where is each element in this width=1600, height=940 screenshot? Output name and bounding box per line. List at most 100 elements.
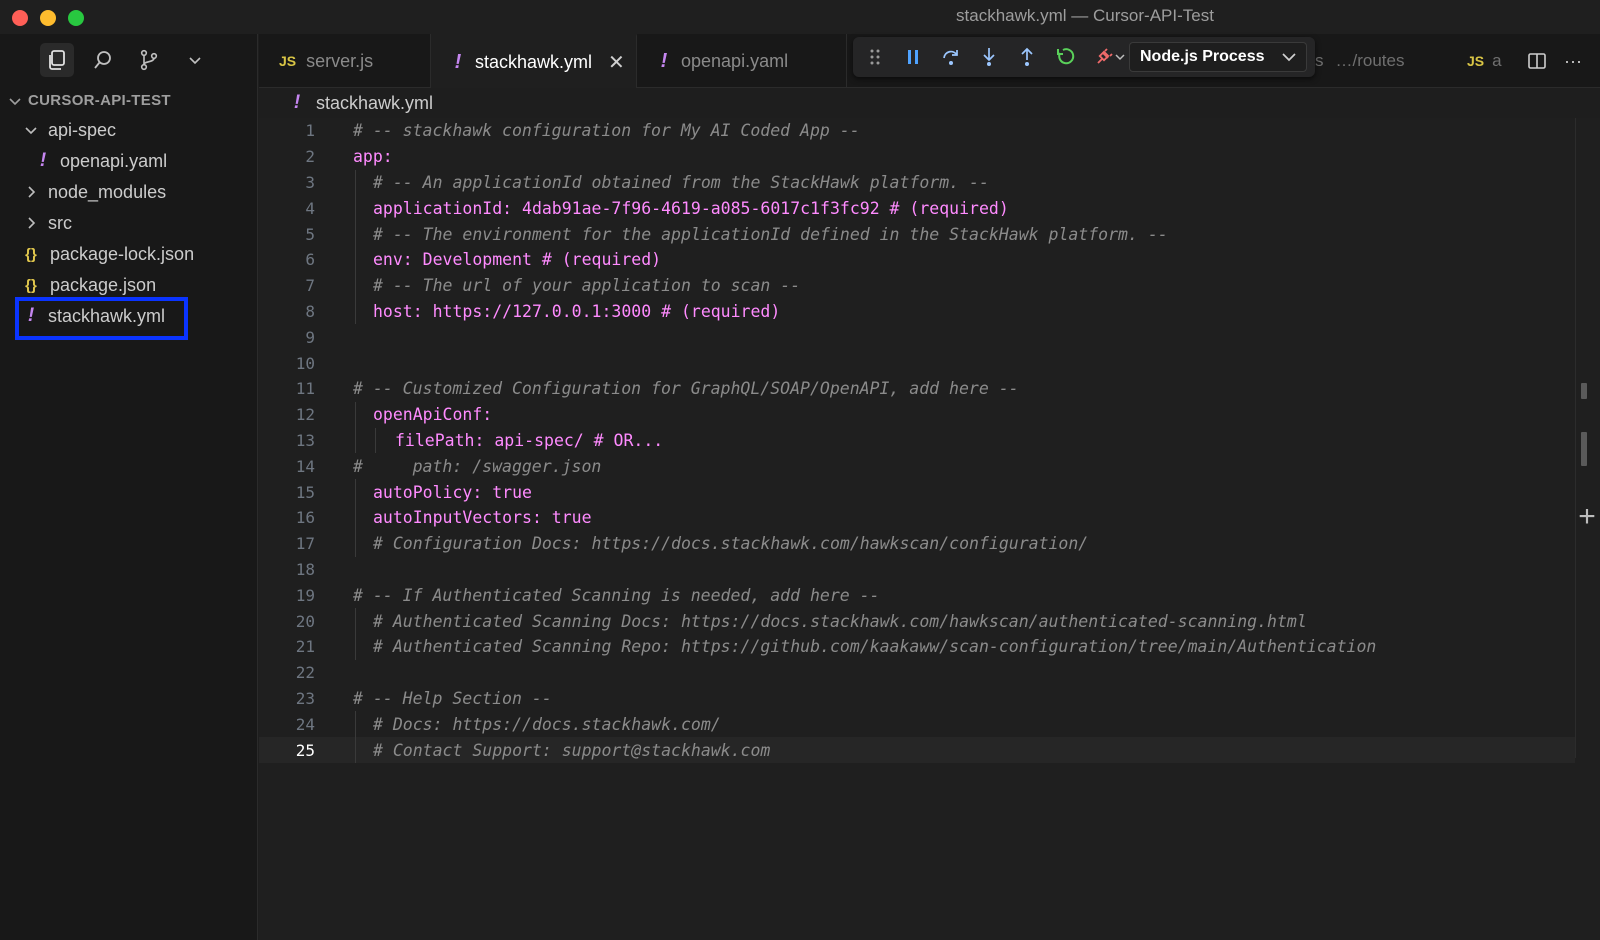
code-text: # -- Help Section --: [353, 688, 552, 708]
more-actions-icon[interactable]: ···: [1562, 50, 1584, 72]
code-line: 10: [259, 350, 1575, 376]
restart-icon[interactable]: [1055, 46, 1075, 68]
code-line: 9: [259, 324, 1575, 350]
indent-guide: [375, 427, 376, 454]
step-over-icon[interactable]: [941, 46, 961, 68]
line-number: 5: [305, 224, 315, 244]
debug-process-select[interactable]: Node.js Process: [1129, 42, 1307, 72]
code-line: 6 env: Development # (required): [259, 247, 1575, 273]
code-text: # Docs: https://docs.stackhawk.com/: [373, 714, 721, 734]
code-line: 7 # -- The url of your application to sc…: [259, 272, 1575, 299]
chevron-down-icon: [1115, 54, 1125, 61]
indent-guide: [355, 401, 356, 428]
code-line: 20 # Authenticated Scanning Docs: https:…: [259, 608, 1575, 634]
tree-item-label: openapi.yaml: [60, 150, 168, 171]
explorer-sidebar: CURSOR-API-TEST api-spec ! openapi.yaml …: [0, 34, 258, 940]
selection-highlight-box: [15, 297, 188, 340]
code-text: filePath: api-spec/ # OR...: [395, 430, 664, 450]
code-editor[interactable]: 1 # -- stackhawk configuration for My AI…: [259, 118, 1575, 940]
code-line: 2 app:: [259, 144, 1575, 170]
code-text: # path: /swagger.json: [353, 456, 602, 476]
window-title: stackhawk.yml — Cursor-API-Test: [956, 6, 1214, 25]
code-line: 4 applicationId: 4dab91ae-7f96-4619-a085…: [259, 195, 1575, 222]
tab-label: openapi.yaml: [681, 50, 789, 71]
tree-file-openapi-yaml[interactable]: ! openapi.yaml: [36, 146, 167, 176]
code-line: 17 # Configuration Docs: https://docs.st…: [259, 530, 1575, 557]
tree-item-label: src: [48, 212, 72, 233]
line-number: 10: [295, 353, 315, 373]
disconnect-icon[interactable]: [1093, 46, 1127, 68]
tree-folder-src[interactable]: src: [24, 208, 72, 238]
indent-guide: [355, 272, 356, 299]
pause-icon[interactable]: [903, 46, 923, 68]
code-line: 8 host: https://127.0.0.1:3000 # (requir…: [259, 298, 1575, 325]
indent-guide: [355, 169, 356, 196]
line-number: 25: [295, 740, 315, 760]
indent-guide: [355, 711, 356, 738]
tree-folder-node-modules[interactable]: node_modules: [24, 177, 166, 207]
code-text: # Authenticated Scanning Docs: https://d…: [373, 611, 1307, 631]
breadcrumb[interactable]: ! stackhawk.yml: [290, 90, 433, 116]
title-bar: stackhawk.yml — Cursor-API-Test: [0, 0, 1600, 34]
tree-file-package-json[interactable]: {} package.json: [22, 270, 156, 300]
drag-handle-icon[interactable]: [865, 46, 885, 68]
chevron-down-icon: [9, 97, 21, 105]
tree-folder-api-spec[interactable]: api-spec: [24, 115, 116, 145]
yaml-icon: !: [454, 50, 462, 73]
tree-item-label: node_modules: [48, 181, 167, 202]
step-into-icon[interactable]: [979, 46, 999, 68]
code-text: # -- The url of your application to scan…: [373, 276, 801, 296]
javascript-file-icon: JS: [1467, 53, 1485, 69]
tab-stackhawk-yml[interactable]: ! stackhawk.yml ✕: [431, 34, 637, 88]
debug-toolbar: Node.js Process: [853, 37, 1315, 77]
code-line: 14 # path: /swagger.json: [259, 453, 1575, 479]
tree-file-package-lock-json[interactable]: {} package-lock.json: [22, 239, 194, 269]
more-views-chevron-down-icon[interactable]: [178, 43, 212, 77]
explorer-icon[interactable]: [40, 43, 74, 77]
json-icon: {}: [25, 245, 37, 263]
indent-guide: [355, 634, 356, 660]
line-number: 6: [305, 250, 315, 270]
code-line: 23 # -- Help Section --: [259, 686, 1575, 712]
code-text: env: Development # (required): [373, 250, 662, 270]
line-number: 24: [295, 714, 315, 734]
line-number: 15: [295, 482, 315, 502]
tab-partial-routes[interactable]: s …/routes: [1315, 34, 1404, 88]
search-icon[interactable]: [86, 43, 120, 77]
code-text: # Configuration Docs: https://docs.stack…: [373, 534, 1089, 554]
code-line: 16 autoInputVectors: true: [259, 505, 1575, 531]
source-control-icon[interactable]: [132, 43, 166, 77]
yaml-icon: !: [39, 150, 47, 171]
line-number: 13: [295, 430, 315, 450]
code-text: autoPolicy: true: [373, 482, 532, 502]
line-number: 4: [305, 198, 315, 218]
code-line: 3 # -- An applicationId obtained from th…: [259, 169, 1575, 196]
tree-item-label: api-spec: [48, 119, 117, 140]
close-tab-icon[interactable]: ✕: [608, 50, 625, 75]
indent-guide: [355, 221, 356, 247]
code-text: # -- If Authenticated Scanning is needed…: [353, 585, 880, 605]
tab-server-js[interactable]: JS server.js: [259, 34, 431, 88]
split-editor-icon[interactable]: [1526, 50, 1548, 72]
code-line: 15 autoPolicy: true: [259, 479, 1575, 505]
tab-label: a: [1492, 51, 1502, 70]
line-number: 14: [295, 456, 315, 476]
code-line: 11 # -- Customized Configuration for Gra…: [259, 376, 1575, 402]
explorer-root-folder[interactable]: CURSOR-API-TEST: [8, 92, 171, 109]
line-number: 22: [295, 663, 315, 683]
yaml-icon: !: [293, 92, 301, 113]
code-line: 5 # -- The environment for the applicati…: [259, 221, 1575, 247]
tab-partial-js[interactable]: JS a: [1467, 34, 1502, 88]
tree-item-label: package.json: [50, 274, 157, 295]
step-out-icon[interactable]: [1017, 46, 1037, 68]
plus-icon[interactable]: +: [1575, 500, 1599, 534]
code-text: # -- stackhawk configuration for My AI C…: [353, 121, 860, 141]
chevron-down-icon: [24, 123, 38, 137]
line-number: 21: [295, 637, 315, 657]
tab-label: stackhawk.yml: [475, 51, 593, 72]
indent-guide: [355, 737, 356, 763]
scroll-marker: [1581, 383, 1587, 399]
line-number: 19: [295, 585, 315, 605]
root-folder-label: CURSOR-API-TEST: [28, 92, 171, 109]
tab-openapi-yaml[interactable]: ! openapi.yaml: [637, 34, 847, 88]
